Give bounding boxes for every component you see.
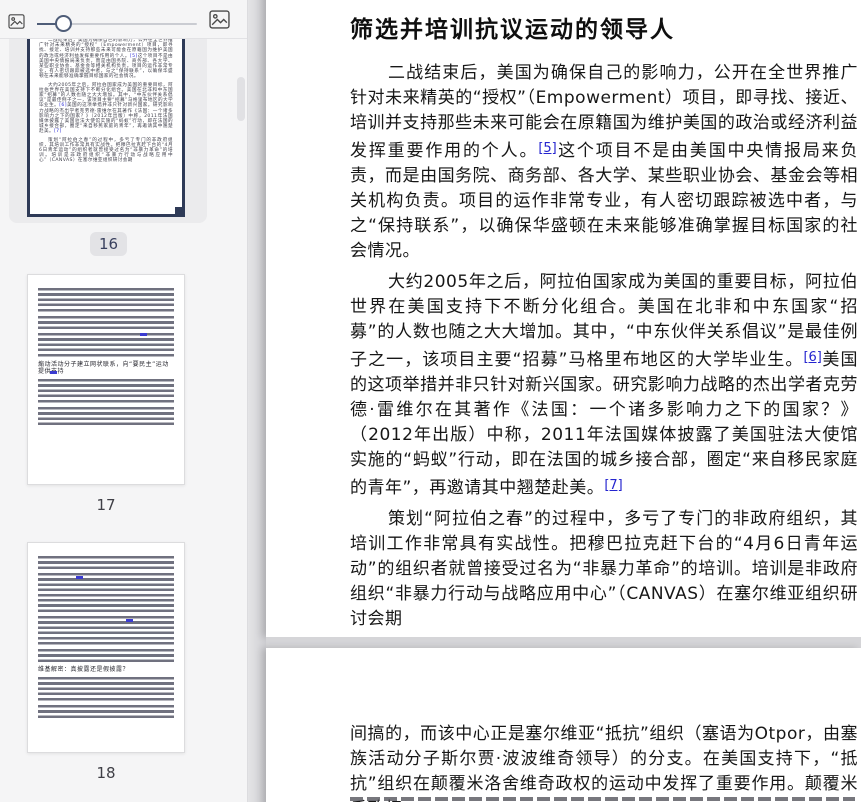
thumb16-text: 二战结束后，美国为确保自己的影响力，公开在全世界推广针对未来精英的“授权”（Em… xyxy=(39,39,173,80)
thumb-selection-corner xyxy=(175,207,182,214)
thumb17-section-heading: 煽动活动分子建立网状联系，向“要民主”运动提供支持 xyxy=(38,361,169,375)
thumb17-text-block xyxy=(38,407,174,425)
thumb17-text-block xyxy=(38,333,174,357)
paragraph-3: 策划“阿拉伯之春”的过程中，多亏了专门的非政府组织，其培训工作非常具有实战性。把… xyxy=(350,509,858,629)
page-number-badge-16: 16 xyxy=(90,232,127,256)
document-viewer: 筛选并培训抗议运动的领导人 二战结束后，美国为确保自己的影响力，公开在全世界推广… xyxy=(248,0,861,802)
thumb18-footnote-mark xyxy=(76,576,83,579)
footnote-ref-6[interactable]: [6] xyxy=(803,350,821,365)
thumbnail-panel: 二战结束后，美国为确保自己的影响力，公开在全世界推广针对未来精英的“授权”（Em… xyxy=(0,0,248,802)
slider-fill xyxy=(37,23,57,25)
pdf-reader-window: 二战结束后，美国为确保自己的影响力，公开在全世界推广针对未来精英的“授权”（Em… xyxy=(0,0,861,802)
document-page-16: 筛选并培训抗议运动的领导人 二战结束后，美国为确保自己的影响力，公开在全世界推广… xyxy=(266,0,861,637)
thumb17-text-block xyxy=(38,379,174,403)
clipped-text-line xyxy=(350,797,855,801)
footnote-ref-7[interactable]: [7] xyxy=(604,478,622,493)
paragraph-4: 间搞的，而该中心正是塞尔维亚“抵抗”组织（塞语为Otpor，由塞族活动分子斯尔贾… xyxy=(350,724,858,802)
thumbnail-small-icon xyxy=(8,14,25,33)
paragraph-2: 大约2005年之后，阿拉伯国家成为美国的重要目标，阿拉伯世界在美国支持下不断分化… xyxy=(350,270,858,501)
thumb18-text-block xyxy=(38,573,174,612)
thumb18-text-block xyxy=(38,705,174,718)
footnote-ref-5[interactable]: [5] xyxy=(538,141,556,156)
thumb18-text-block xyxy=(38,677,174,701)
paragraph-2-text: 大约2005年之后，阿拉伯国家成为美国的重要目标，阿拉伯世界在美国支持下不断分化… xyxy=(350,272,858,370)
slider-knob[interactable] xyxy=(55,15,72,32)
thumbnail-item-16[interactable]: 二战结束后，美国为确保自己的影响力，公开在全世界推广针对未来精英的“授权”（Em… xyxy=(9,39,207,223)
sidebar-scrollbar[interactable] xyxy=(237,77,245,121)
thumb17-text-block xyxy=(38,288,174,312)
thumbnail-page-preview-16[interactable]: 二战结束后，美国为确保自己的影响力，公开在全世界推广针对未来精英的“授权”（Em… xyxy=(27,39,185,217)
thumb18-text-block xyxy=(38,556,174,569)
page-number-label-17: 17 xyxy=(96,496,116,514)
thumbnail-item-17[interactable]: 煽动活动分子建立网状联系，向“要民主”运动提供支持 xyxy=(27,274,185,485)
thumbnail-item-18[interactable]: 维基解密：真披露还是假披露？ xyxy=(27,542,185,753)
page-heading: 筛选并培训抗议运动的领导人 xyxy=(350,17,675,43)
thumb16-ref-7: [7] xyxy=(53,129,62,135)
thumbnail-large-icon xyxy=(209,10,230,33)
thumb18-section-heading: 维基解密：真披露还是假披露？ xyxy=(38,666,130,673)
thumb17-text-block xyxy=(38,316,174,329)
paragraph-1: 二战结束后，美国为确保自己的影响力，公开在全世界推广针对未来精英的“授权”（Em… xyxy=(350,61,858,264)
thumb16-text: 大约2005年之后，阿拉伯国家成为美国的重要目标，阿拉伯世界在美国支持下不断分化… xyxy=(39,82,173,135)
document-page-17: 间搞的，而该中心正是塞尔维亚“抵抗”组织（塞语为Otpor，由塞族活动分子斯尔贾… xyxy=(266,648,861,802)
thumbnail-size-toolbar xyxy=(0,0,247,39)
paragraph-2-text: 美国的这项举措并非只针对新兴国家。研究影响力战略的杰出学者克劳德·雷维尔在其著作… xyxy=(350,350,858,498)
thumb17-footnote-mark xyxy=(140,333,147,336)
thumb16-text: 策划“阿拉伯之春”的过程中，多亏了专门的非政府组织，其培训工作非常具有实战性。把… xyxy=(39,137,173,164)
thumb17-footnote-mark xyxy=(50,371,57,374)
page-gap xyxy=(266,637,861,648)
thumb18-text-block xyxy=(38,616,174,645)
thumbnail-list: 二战结束后，美国为确保自己的影响力，公开在全世界推广针对未来精英的“授权”（Em… xyxy=(0,39,247,802)
thumbnail-size-slider[interactable] xyxy=(37,13,197,35)
page-number-label-18: 18 xyxy=(96,764,116,782)
thumb18-text-block xyxy=(38,649,174,662)
thumb18-footnote-mark xyxy=(126,619,133,622)
